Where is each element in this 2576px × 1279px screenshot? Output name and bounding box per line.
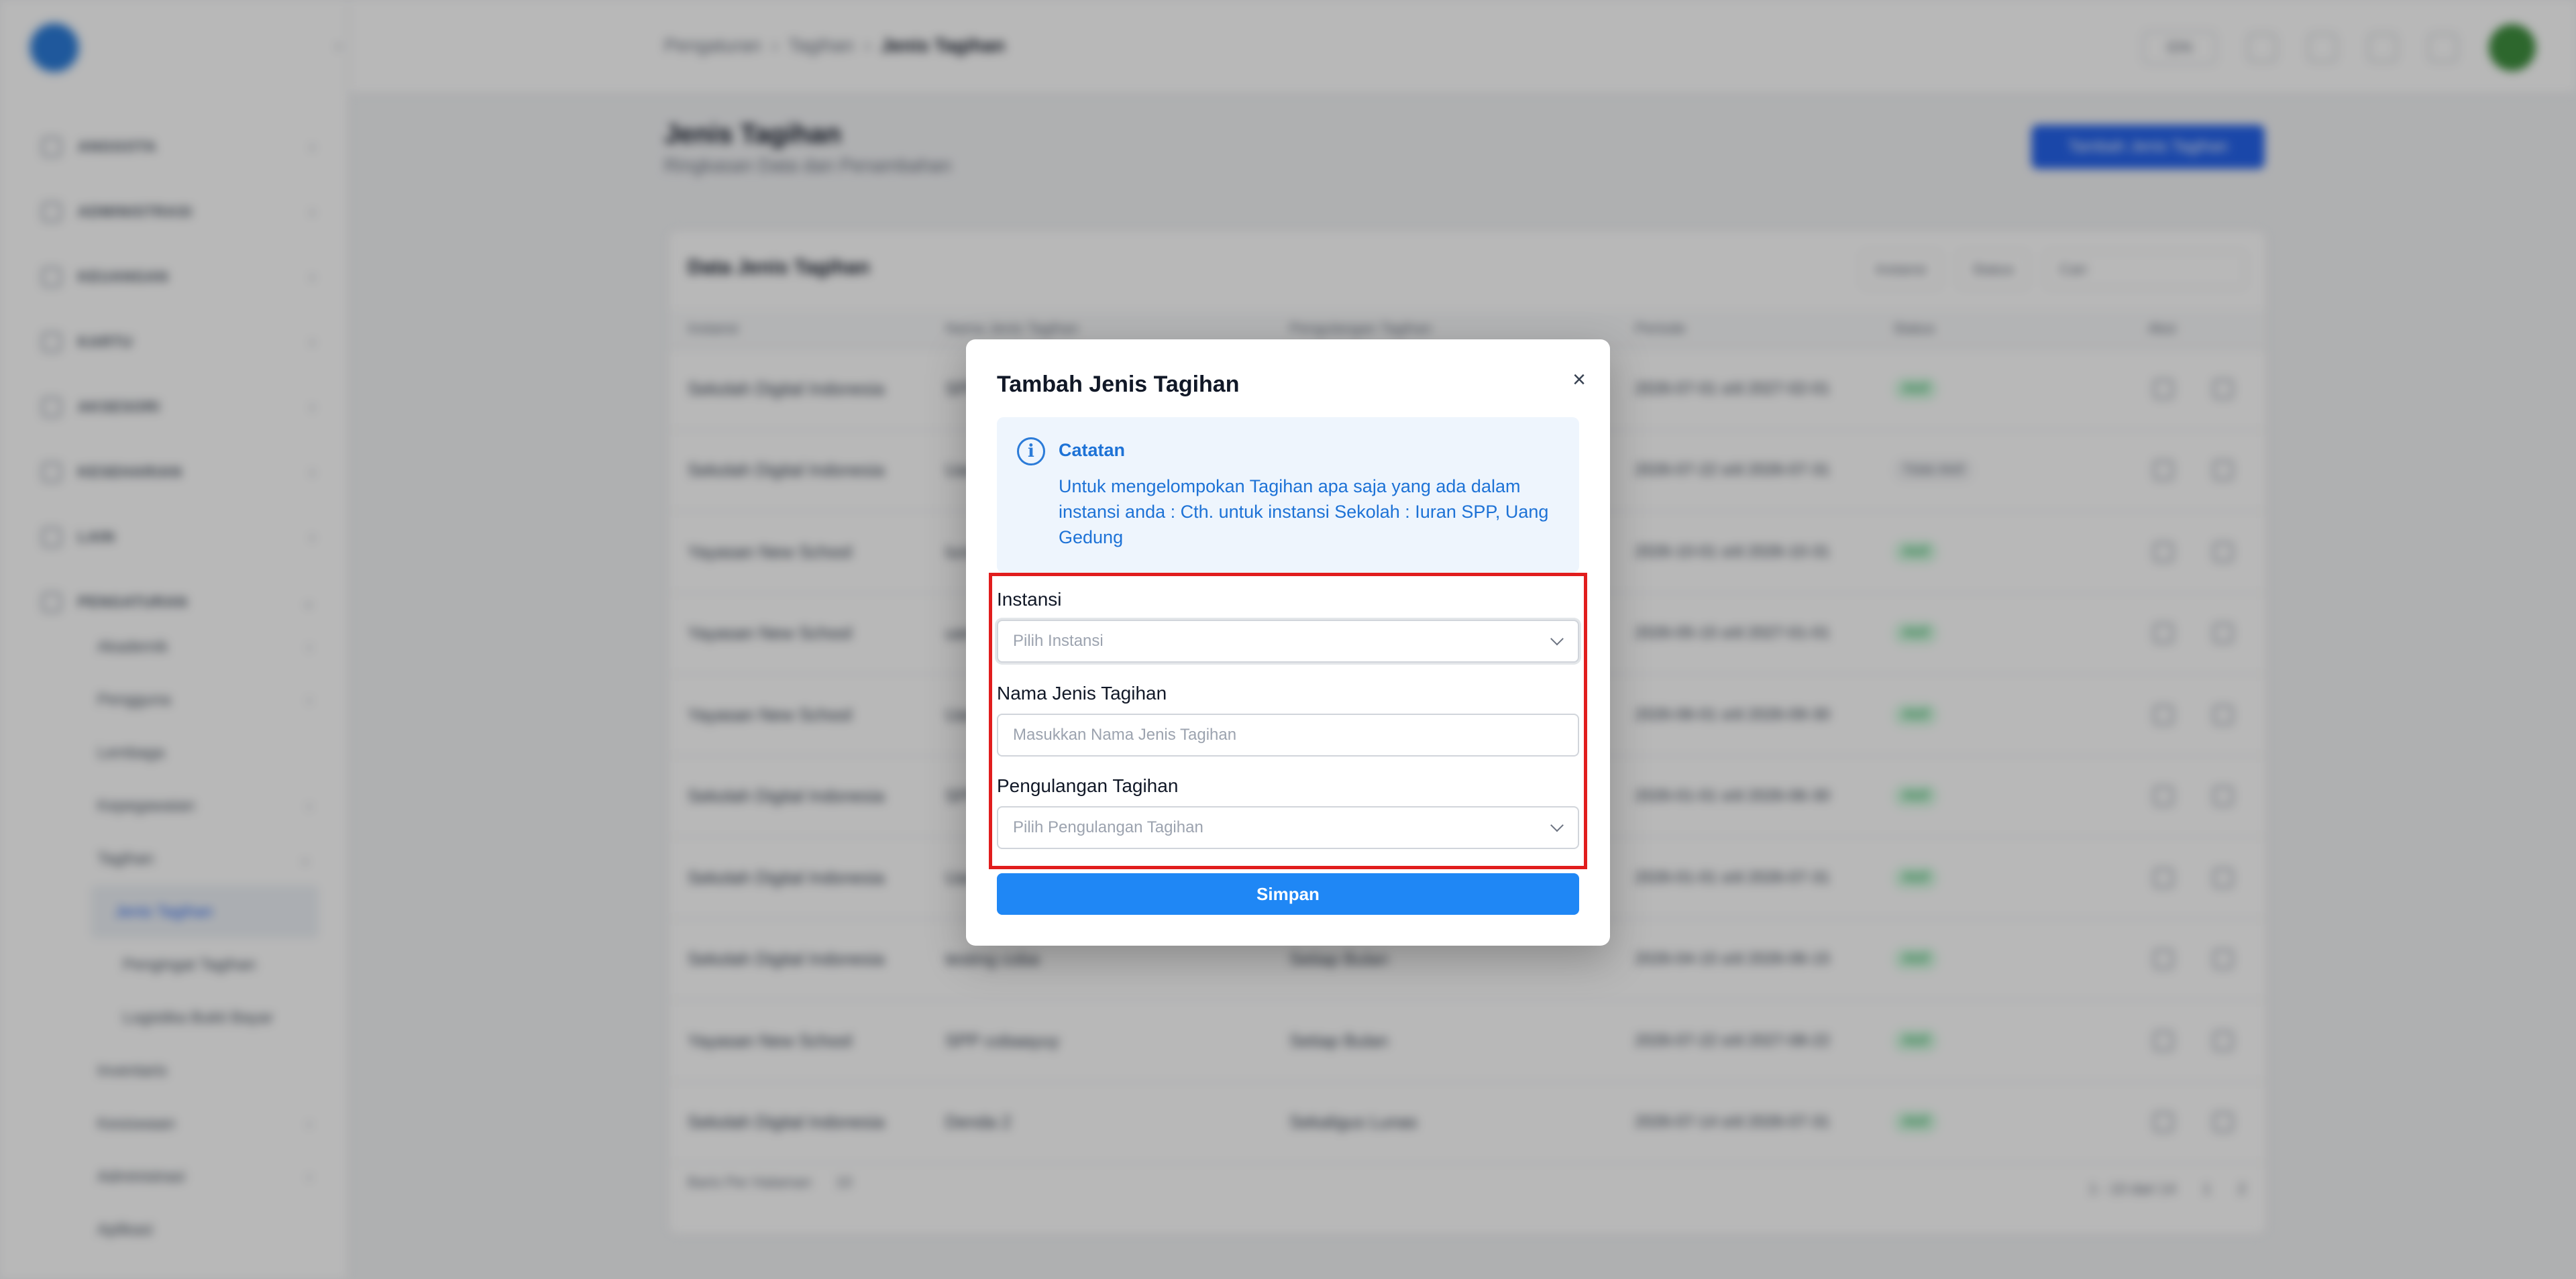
save-button[interactable]: Simpan: [997, 873, 1579, 915]
pengulangan-label: Pengulangan Tagihan: [997, 775, 1179, 796]
modal-title: Tambah Jenis Tagihan: [997, 372, 1240, 397]
info-note: i Catatan Untuk mengelompokan Tagihan ap…: [997, 417, 1579, 573]
pengulangan-select[interactable]: Pilih Pengulangan Tagihan: [997, 806, 1579, 849]
instansi-label: Instansi: [997, 589, 1062, 610]
instansi-placeholder: Pilih Instansi: [1013, 632, 1104, 650]
add-billing-type-modal: Tambah Jenis Tagihan × i Catatan Untuk m…: [966, 339, 1610, 946]
pengulangan-placeholder: Pilih Pengulangan Tagihan: [1013, 818, 1203, 836]
instansi-select[interactable]: Pilih Instansi: [997, 620, 1579, 663]
info-icon: i: [1017, 437, 1045, 465]
chevron-down-icon: [1550, 818, 1564, 832]
close-icon[interactable]: ×: [1563, 364, 1595, 396]
nama-label: Nama Jenis Tagihan: [997, 683, 1167, 704]
nama-jenis-tagihan-input[interactable]: [997, 714, 1579, 757]
note-text: Untuk mengelompokan Tagihan apa saja yan…: [1059, 476, 1549, 547]
chevron-down-icon: [1550, 632, 1564, 646]
note-title: Catatan: [1059, 440, 1126, 460]
